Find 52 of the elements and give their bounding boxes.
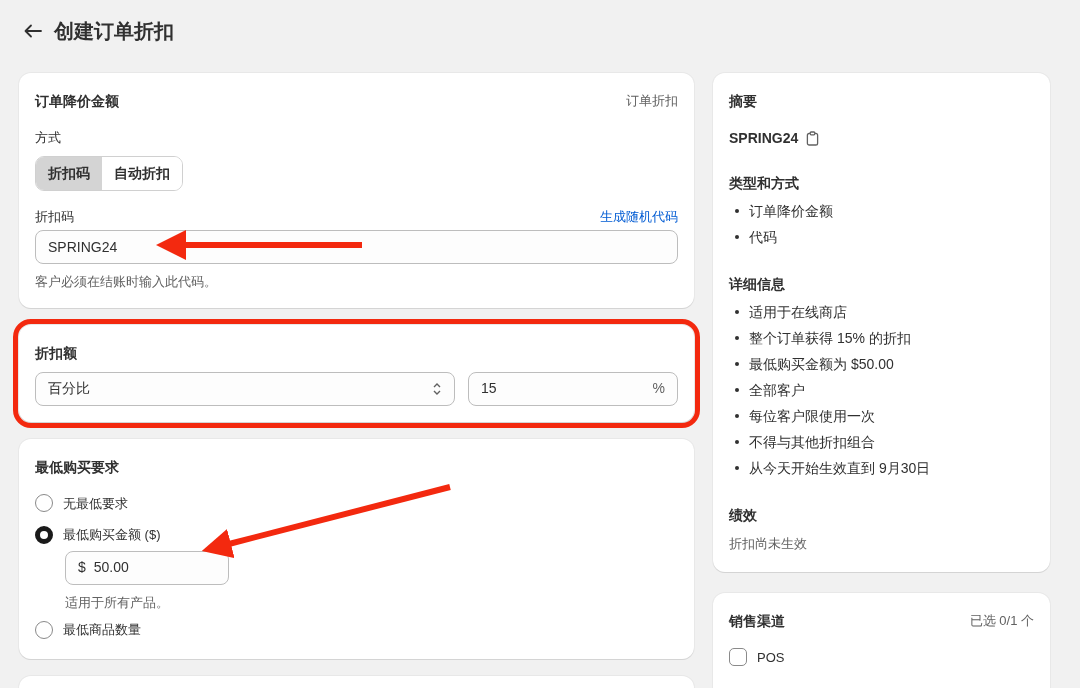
- section-title: 类型和方式: [729, 174, 800, 193]
- summary-item: 每位客户限使用一次: [749, 407, 875, 426]
- bullet-icon: [735, 388, 739, 392]
- checkbox[interactable]: [729, 648, 747, 667]
- clipboard-icon[interactable]: [806, 131, 820, 146]
- summary-item: 订单降价金额: [749, 202, 833, 221]
- bullet-icon: [735, 440, 739, 444]
- generate-code-link[interactable]: 生成随机代码: [600, 206, 678, 226]
- value-input[interactable]: 15 %: [468, 371, 678, 406]
- summary-item: 整个订单获得 15% 的折扣: [749, 329, 911, 348]
- section-title: 绩效: [729, 506, 758, 525]
- section-title: 详细信息: [729, 275, 786, 294]
- status-text: 折扣尚未生效: [729, 535, 808, 553]
- segment-tab[interactable]: 折扣码: [36, 156, 102, 190]
- selection-count: 已选 0/1 个: [969, 611, 1034, 630]
- summary-item: 代码: [749, 228, 777, 247]
- bullet-icon: [735, 466, 739, 470]
- option-label: 最低购买金额 ($): [63, 526, 161, 544]
- summary-item: 最低购买金额为 $50.00: [749, 355, 894, 374]
- option-label: 最低商品数量: [63, 621, 141, 639]
- radio-button[interactable]: [35, 525, 53, 544]
- discount-code: SPRING24: [729, 129, 799, 148]
- code-input[interactable]: SPRING24: [35, 230, 678, 264]
- option-label: 无最低要求: [63, 494, 128, 513]
- help-text: 适用于所有产品。: [65, 593, 170, 612]
- bullet-icon: [735, 235, 739, 239]
- card-title: 折扣额: [35, 343, 78, 363]
- summary-item: 全部客户: [749, 381, 805, 400]
- bullet-icon: [735, 414, 739, 418]
- bullet-icon: [735, 310, 739, 314]
- radio-button[interactable]: [35, 494, 53, 513]
- channel-label: POS: [757, 648, 785, 667]
- card-title: 销售渠道: [729, 611, 785, 631]
- discount-type-label: 订单折扣: [626, 92, 678, 110]
- summary-item: 适用于在线商店: [749, 303, 847, 322]
- select-chevron-icon: [432, 381, 442, 396]
- bullet-icon: [735, 362, 739, 366]
- card-title: 订单降价金额: [35, 92, 119, 111]
- card-title: 摘要: [729, 92, 758, 111]
- help-text: 客户必须在结账时输入此代码。: [35, 273, 218, 291]
- bullet-icon: [735, 209, 739, 213]
- bullet-icon: [735, 336, 739, 340]
- back-arrow-icon[interactable]: [24, 24, 42, 38]
- page-title: 创建订单折扣: [54, 19, 174, 44]
- radio-button[interactable]: [35, 620, 53, 639]
- field-label: 折扣码: [35, 207, 74, 226]
- type-select[interactable]: 百分比: [35, 371, 455, 406]
- field-label: 方式: [35, 129, 62, 147]
- summary-item: 不得与其他折扣组合: [749, 433, 875, 452]
- summary-item: 从今天开始生效直到 9月30日: [749, 459, 931, 478]
- card-title: 最低购买要求: [35, 457, 120, 477]
- amount-input[interactable]: $ 50.00: [65, 550, 229, 585]
